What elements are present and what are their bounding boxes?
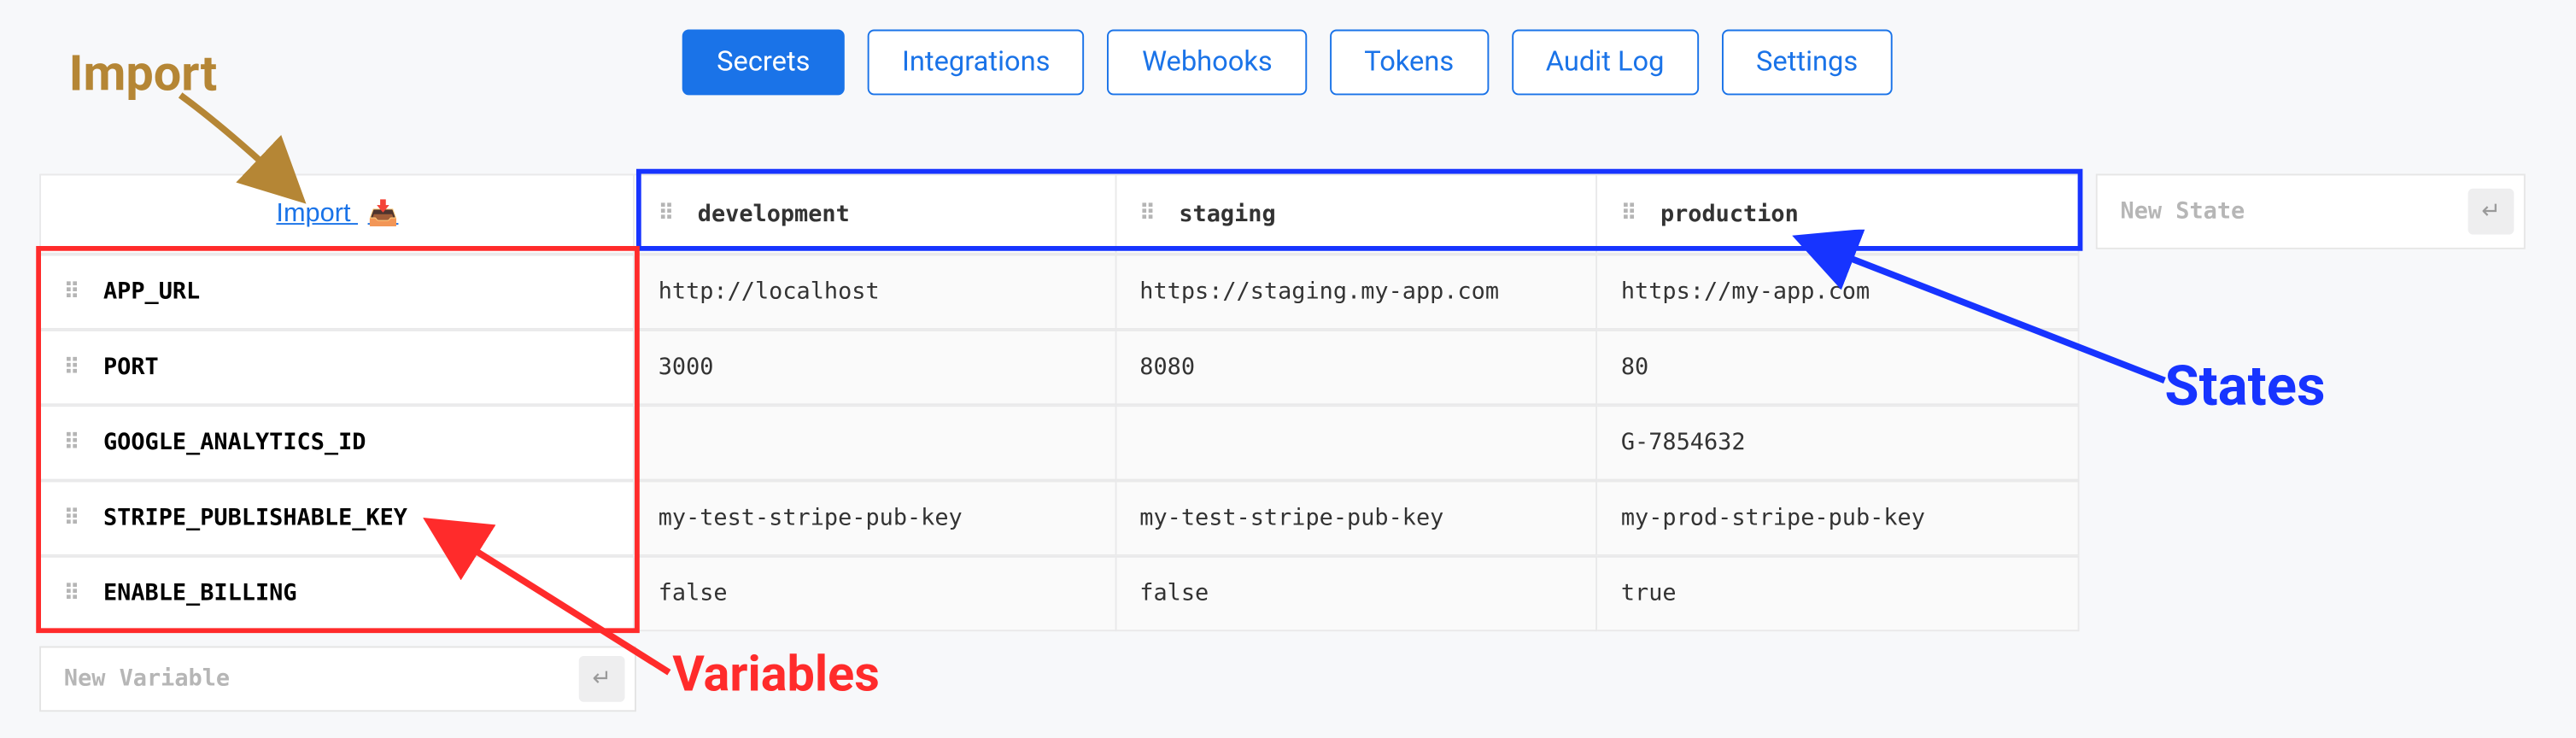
tab-tokens[interactable]: Tokens <box>1330 30 1489 96</box>
variable-name-cell[interactable]: ⠿ APP_URL <box>39 255 635 330</box>
value-cell[interactable]: false <box>1116 556 1598 631</box>
value-cell[interactable]: G-7854632 <box>1598 405 2080 480</box>
enter-icon: ↵ <box>592 666 612 693</box>
variable-name-cell[interactable]: ⠿ PORT <box>39 330 635 405</box>
drag-handle-icon[interactable]: ⠿ <box>1621 202 1644 226</box>
value-cell[interactable]: my-test-stripe-pub-key <box>1116 481 1598 556</box>
import-header-cell: Import 📥 <box>39 174 635 255</box>
drag-handle-icon[interactable]: ⠿ <box>64 582 87 606</box>
value-cell[interactable]: https://staging.my-app.com <box>1116 255 1598 330</box>
tab-bar: Secrets Integrations Webhooks Tokens Aud… <box>0 30 2574 96</box>
value-cell[interactable] <box>635 405 1117 480</box>
table-row: ⠿ PORT 3000 8080 80 <box>39 330 2079 405</box>
value-cell[interactable] <box>1116 405 1598 480</box>
new-state-submit-button[interactable]: ↵ <box>2468 189 2515 235</box>
drag-handle-icon[interactable]: ⠿ <box>1139 202 1162 226</box>
drag-handle-icon[interactable]: ⠿ <box>64 430 87 455</box>
state-header-label: development <box>698 201 850 227</box>
new-state-input-box: ↵ <box>2096 174 2526 249</box>
import-link[interactable]: Import 📥 <box>276 198 398 229</box>
tab-webhooks[interactable]: Webhooks <box>1108 30 1307 96</box>
variable-name: STRIPE_PUBLISHABLE_KEY <box>103 505 407 531</box>
new-variable-input-box: ↵ <box>39 646 636 712</box>
value-cell[interactable]: true <box>1598 556 2080 631</box>
import-link-label: Import <box>276 200 350 228</box>
value-cell[interactable]: false <box>635 556 1117 631</box>
new-variable-input[interactable] <box>64 666 512 693</box>
variable-name: ENABLE_BILLING <box>103 581 297 607</box>
enter-icon: ↵ <box>2481 198 2501 225</box>
variable-name-cell[interactable]: ⠿ GOOGLE_ANALYTICS_ID <box>39 405 635 480</box>
table-header-row: Import 📥 ⠿ development ⠿ staging ⠿ produ… <box>39 174 2079 255</box>
table-row: ⠿ STRIPE_PUBLISHABLE_KEY my-test-stripe-… <box>39 481 2079 556</box>
import-icon: 📥 <box>368 200 399 228</box>
secrets-table: Import 📥 ⠿ development ⠿ staging ⠿ produ… <box>39 174 2079 632</box>
value-cell[interactable]: https://my-app.com <box>1598 255 2080 330</box>
annotation-variables-label: Variables <box>672 646 880 703</box>
variable-name: GOOGLE_ANALYTICS_ID <box>103 430 366 456</box>
drag-handle-icon[interactable]: ⠿ <box>659 202 682 226</box>
tab-audit-log[interactable]: Audit Log <box>1511 30 1698 96</box>
state-header-development[interactable]: ⠿ development <box>635 174 1117 255</box>
table-row: ⠿ GOOGLE_ANALYTICS_ID G-7854632 <box>39 405 2079 480</box>
tab-settings[interactable]: Settings <box>1722 30 1893 96</box>
value-cell[interactable]: http://localhost <box>635 255 1117 330</box>
table-row: ⠿ ENABLE_BILLING false false true <box>39 556 2079 631</box>
drag-handle-icon[interactable]: ⠿ <box>64 506 87 530</box>
drag-handle-icon[interactable]: ⠿ <box>64 279 87 304</box>
tab-integrations[interactable]: Integrations <box>868 30 1085 96</box>
variable-name-cell[interactable]: ⠿ STRIPE_PUBLISHABLE_KEY <box>39 481 635 556</box>
value-cell[interactable]: 8080 <box>1116 330 1598 405</box>
drag-handle-icon[interactable]: ⠿ <box>64 355 87 380</box>
tab-secrets[interactable]: Secrets <box>682 30 845 96</box>
table-row: ⠿ APP_URL http://localhost https://stagi… <box>39 255 2079 330</box>
new-state-input[interactable] <box>2121 198 2436 225</box>
variable-name: PORT <box>103 354 159 381</box>
annotation-states-label: States <box>2164 354 2325 420</box>
state-header-staging[interactable]: ⠿ staging <box>1116 174 1598 255</box>
state-header-production[interactable]: ⠿ production <box>1598 174 2080 255</box>
value-cell[interactable]: 80 <box>1598 330 2080 405</box>
new-variable-submit-button[interactable]: ↵ <box>579 656 625 702</box>
value-cell[interactable]: my-test-stripe-pub-key <box>635 481 1117 556</box>
state-header-label: production <box>1660 201 1799 227</box>
variable-name: APP_URL <box>103 278 200 305</box>
value-cell[interactable]: my-prod-stripe-pub-key <box>1598 481 2080 556</box>
value-cell[interactable]: 3000 <box>635 330 1117 405</box>
state-header-label: staging <box>1179 201 1275 227</box>
variable-name-cell[interactable]: ⠿ ENABLE_BILLING <box>39 556 635 631</box>
